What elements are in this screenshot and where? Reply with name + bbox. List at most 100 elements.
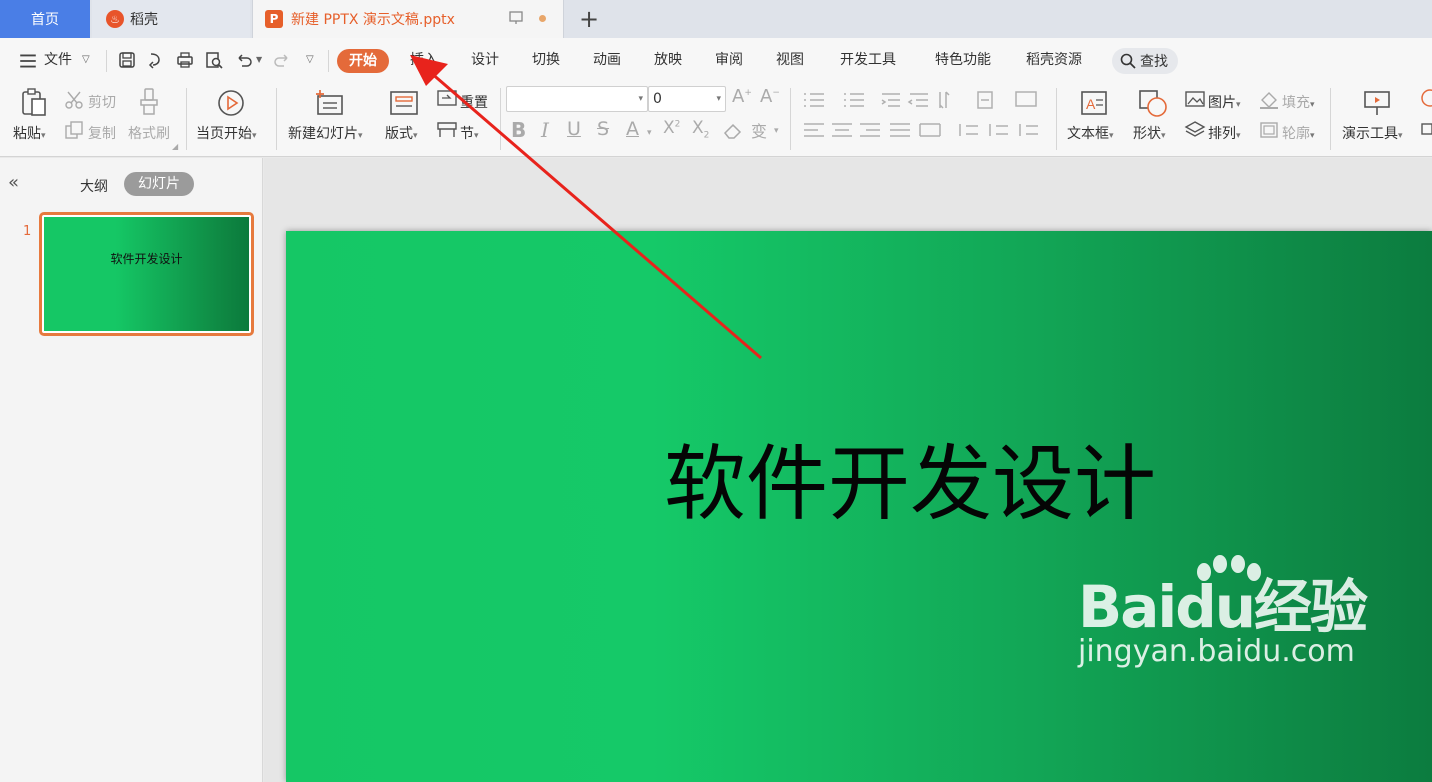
font-color-button[interactable]: A: [626, 118, 639, 140]
divider: [790, 88, 791, 150]
shape-icon[interactable]: [1137, 88, 1169, 118]
paste-button[interactable]: 粘贴▾: [13, 123, 46, 143]
eraser-icon[interactable]: [722, 120, 744, 140]
slide-navigation-pane: « 大纲 幻灯片 1 软件开发设计: [0, 158, 263, 782]
picture-icon[interactable]: [1184, 90, 1206, 108]
slide[interactable]: 软件开发设计: [286, 231, 1432, 782]
print-preview-icon[interactable]: [204, 50, 224, 70]
strikethrough-button[interactable]: S: [597, 118, 609, 140]
reset-button[interactable]: 重置: [460, 92, 488, 112]
decrease-font-size-button[interactable]: A−: [760, 86, 780, 107]
menu-animation[interactable]: 动画: [593, 48, 621, 72]
screen-icon[interactable]: [509, 11, 523, 25]
menu-daoke-resources[interactable]: 稻壳资源: [1026, 48, 1082, 72]
paste-icon[interactable]: [20, 88, 48, 118]
phonetic-guide-button[interactable]: 变: [751, 118, 767, 142]
paragraph-format-icon[interactable]: [802, 90, 1052, 142]
reset-icon[interactable]: [436, 89, 458, 109]
baidu-watermark: Baidu经验 jingyan.baidu.com: [1074, 554, 1414, 674]
presentation-tools-icon[interactable]: [1362, 88, 1392, 118]
menu-file[interactable]: 文件: [44, 48, 72, 72]
shape-button[interactable]: 形状▾: [1133, 123, 1166, 143]
chevron-down-icon: ▾: [716, 94, 721, 104]
new-slide-label: 新建幻灯片: [288, 126, 358, 142]
save-icon[interactable]: [117, 50, 137, 70]
collapse-pane-icon[interactable]: «: [8, 172, 19, 193]
font-color-dropdown-icon[interactable]: ▾: [647, 128, 652, 138]
menu-bar: 文件 ▽ ▼ ▽ 开始 插入 设计 切换 动画 放映 审阅 视图 开发工具 特色…: [0, 38, 1432, 82]
print-icon[interactable]: [175, 50, 195, 70]
scissors-icon[interactable]: [64, 90, 84, 110]
clipboard-expand-icon[interactable]: ◢: [172, 142, 178, 151]
tab-home[interactable]: 首页: [0, 0, 90, 38]
more-tools-icon[interactable]: [1418, 88, 1432, 138]
outline-icon[interactable]: [1258, 120, 1280, 140]
watermark-url: jingyan.baidu.com: [1078, 634, 1355, 669]
outline-button[interactable]: 轮廓▾: [1282, 123, 1315, 143]
textbox-button[interactable]: 文本框▾: [1067, 123, 1114, 143]
format-painter-button[interactable]: 格式刷: [128, 123, 170, 143]
copy-icon[interactable]: [64, 120, 84, 140]
underline-button[interactable]: U: [567, 118, 581, 140]
menu-view[interactable]: 视图: [776, 48, 804, 72]
menu-slideshow[interactable]: 放映: [654, 48, 682, 72]
layout-button[interactable]: 版式▾: [385, 123, 418, 143]
section-icon[interactable]: [436, 120, 458, 140]
subscript-button[interactable]: X2: [692, 118, 709, 140]
layout-icon[interactable]: [389, 90, 419, 116]
tab-document[interactable]: P 新建 PPTX 演示文稿.pptx: [252, 0, 564, 38]
menu-developer[interactable]: 开发工具: [840, 48, 896, 72]
fill-icon[interactable]: [1258, 90, 1280, 110]
tab-daoke[interactable]: ♨ 稻壳: [92, 0, 250, 38]
tab-outline[interactable]: 大纲: [80, 176, 108, 196]
chevron-down-icon[interactable]: ▽: [82, 48, 90, 72]
tab-slides[interactable]: 幻灯片: [124, 172, 194, 196]
bold-button[interactable]: B: [511, 118, 526, 142]
presentation-tools-button[interactable]: 演示工具▾: [1342, 123, 1403, 143]
export-icon[interactable]: [146, 50, 166, 70]
watermark-logo: Baidu经验: [1078, 573, 1368, 641]
undo-dropdown-icon[interactable]: ▼: [256, 48, 262, 72]
superscript-button[interactable]: X2: [663, 118, 680, 138]
divider: [186, 88, 187, 150]
font-size-select[interactable]: 0 ▾: [648, 86, 726, 112]
menu-start[interactable]: 开始: [337, 49, 389, 73]
textbox-icon[interactable]: A: [1079, 89, 1109, 117]
format-painter-icon[interactable]: [138, 87, 162, 117]
undo-icon[interactable]: [234, 50, 254, 70]
menu-special[interactable]: 特色功能: [935, 48, 991, 72]
menu-insert[interactable]: 插入: [410, 48, 438, 72]
search-button[interactable]: 查找: [1112, 48, 1178, 74]
redo-icon[interactable]: [272, 50, 292, 70]
picture-button[interactable]: 图片▾: [1208, 92, 1241, 112]
add-tab-button[interactable]: +: [574, 4, 604, 34]
editing-canvas: 软件开发设计 Baidu经验 jingyan.baidu.com: [264, 158, 1432, 782]
fill-button[interactable]: 填充▾: [1282, 92, 1315, 112]
slide-thumbnail-title: 软件开发设计: [110, 252, 183, 266]
phonetic-dropdown-icon[interactable]: ▾: [774, 126, 779, 136]
menu-design[interactable]: 设计: [471, 48, 499, 72]
section-button[interactable]: 节▾: [460, 123, 479, 143]
divider: [276, 88, 277, 150]
italic-button[interactable]: I: [541, 118, 549, 142]
increase-font-size-button[interactable]: A+: [732, 86, 752, 107]
play-icon[interactable]: [216, 88, 246, 118]
arrange-button[interactable]: 排列▾: [1208, 123, 1241, 143]
font-size-value: 0: [653, 91, 662, 107]
arrange-icon[interactable]: [1184, 120, 1206, 140]
divider: [106, 50, 107, 72]
tab-daoke-label: 稻壳: [130, 12, 158, 28]
hamburger-icon[interactable]: [18, 51, 38, 71]
new-slide-icon[interactable]: [314, 88, 346, 118]
customize-toolbar-icon[interactable]: ▽: [306, 48, 314, 72]
menu-review[interactable]: 审阅: [715, 48, 743, 72]
from-current-slide-button[interactable]: 当页开始▾: [196, 123, 257, 143]
slide-thumbnail[interactable]: 软件开发设计: [39, 212, 254, 336]
font-name-select[interactable]: ▾: [506, 86, 648, 112]
menu-transition[interactable]: 切换: [532, 48, 560, 72]
cut-button[interactable]: 剪切: [88, 92, 116, 112]
tab-document-label: 新建 PPTX 演示文稿.pptx: [291, 12, 455, 28]
slide-title[interactable]: 软件开发设计: [664, 417, 1156, 536]
new-slide-button[interactable]: 新建幻灯片▾: [288, 123, 363, 143]
copy-button[interactable]: 复制: [88, 123, 116, 143]
